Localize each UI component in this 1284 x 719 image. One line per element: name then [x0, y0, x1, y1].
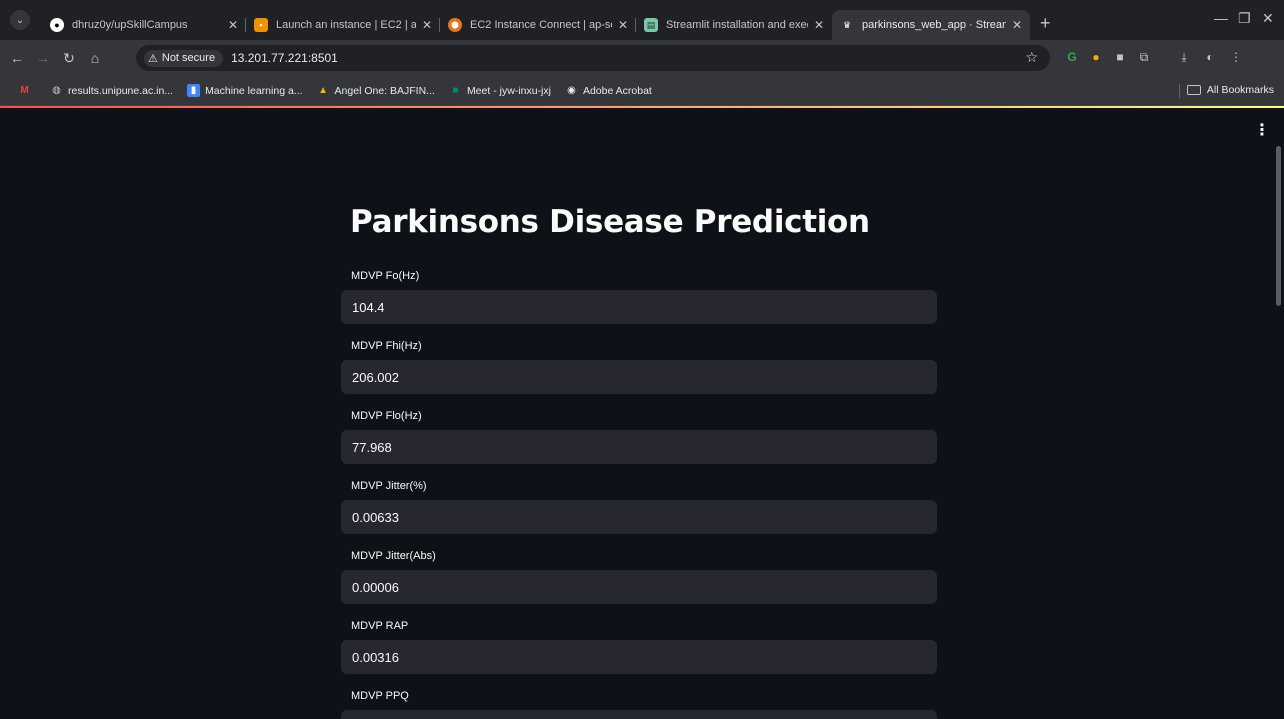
- security-chip[interactable]: ⚠ Not secure: [144, 49, 224, 67]
- folder-icon: [1186, 85, 1201, 95]
- close-icon[interactable]: ✕: [814, 18, 824, 32]
- meet-icon: ■: [452, 85, 459, 96]
- extension-square-icon[interactable]: ■: [1112, 49, 1128, 65]
- input-mdvp-fo: MDVP Fo(Hz): [341, 270, 937, 324]
- page-scrollbar[interactable]: [1276, 146, 1281, 306]
- number-input[interactable]: [341, 360, 937, 394]
- new-tab-plus-icon[interactable]: +: [1040, 13, 1051, 34]
- minimize-icon[interactable]: —: [1214, 10, 1228, 26]
- close-icon[interactable]: ✕: [422, 18, 432, 32]
- browser-menu-icon[interactable]: ⋮: [1228, 49, 1244, 65]
- number-input[interactable]: [341, 430, 937, 464]
- close-window-icon[interactable]: ✕: [1262, 10, 1274, 27]
- browser-tab-strip: ⌄ ● dhruz0y/upSkillCampus ✕ ▪ Launch an …: [0, 0, 1284, 40]
- gmail-icon: M: [20, 85, 29, 96]
- bookmark-adobe-acrobat[interactable]: ◉ Adobe Acrobat: [565, 84, 652, 97]
- forward-icon[interactable]: →: [30, 50, 56, 66]
- app-menu-icon[interactable]: ⋮: [1254, 120, 1270, 140]
- tab-title: EC2 Instance Connect | ap-sout: [470, 19, 612, 31]
- tab-parkinsons-app[interactable]: ♛ parkinsons_web_app · Streamlit ✕: [832, 10, 1030, 40]
- tab-ec2-launch[interactable]: ▪ Launch an instance | EC2 | ap-so ✕: [246, 10, 440, 40]
- bookmark-results-unipune[interactable]: ◍ results.unipune.ac.in...: [50, 84, 173, 97]
- input-mdvp-rap: MDVP RAP: [341, 620, 937, 674]
- input-mdvp-jitter-percent: MDVP Jitter(%): [341, 480, 937, 534]
- field-label: MDVP PPQ: [351, 690, 409, 702]
- tab-github[interactable]: ● dhruz0y/upSkillCampus ✕: [42, 10, 246, 40]
- extension-icon[interactable]: ●: [1088, 49, 1104, 65]
- all-bookmarks-button[interactable]: All Bookmarks: [1186, 84, 1274, 96]
- grammarly-icon[interactable]: G: [1064, 49, 1080, 65]
- number-input[interactable]: [341, 640, 937, 674]
- bookmark-gmail[interactable]: M: [18, 84, 36, 97]
- input-mdvp-ppq: MDVP PPQ: [341, 690, 937, 719]
- close-icon[interactable]: ✕: [1012, 18, 1022, 32]
- number-input[interactable]: [341, 500, 937, 534]
- tab-title: parkinsons_web_app · Streamlit: [862, 19, 1006, 31]
- url-text[interactable]: 13.201.77.221:8501: [231, 51, 338, 65]
- doc-icon: ▮: [187, 84, 201, 97]
- number-input[interactable]: [341, 710, 937, 719]
- profile-avatar-icon[interactable]: ◐: [1202, 49, 1218, 65]
- download-icon[interactable]: ⤓: [1176, 49, 1192, 65]
- tab-streamlit-install[interactable]: ▤ Streamlit installation and execu ✕: [636, 10, 832, 40]
- globe-icon: ◍: [52, 85, 61, 96]
- security-label: Not secure: [161, 52, 216, 64]
- streamlit-app: ⋮ Parkinsons Disease Prediction MDVP Fo(…: [0, 108, 1284, 719]
- tab-title: Launch an instance | EC2 | ap-so: [276, 19, 416, 31]
- number-input[interactable]: [341, 570, 937, 604]
- input-mdvp-flo: MDVP Flo(Hz): [341, 410, 937, 464]
- aws-hex-icon: ⬢: [448, 18, 462, 32]
- number-input[interactable]: [341, 290, 937, 324]
- close-icon[interactable]: ✕: [228, 18, 238, 32]
- field-label: MDVP Fo(Hz): [351, 270, 420, 282]
- input-mdvp-jitter-abs: MDVP Jitter(Abs): [341, 550, 937, 604]
- tab-ec2-connect[interactable]: ⬢ EC2 Instance Connect | ap-sout ✕: [440, 10, 636, 40]
- field-label: MDVP RAP: [351, 620, 409, 632]
- bookmark-machine-learning[interactable]: ▮ Machine learning a...: [187, 84, 303, 97]
- bookmark-meet[interactable]: ■ Meet - jyw-inxu-jxj: [449, 84, 551, 97]
- field-label: MDVP Fhi(Hz): [351, 340, 422, 352]
- tab-title: Streamlit installation and execu: [666, 19, 808, 31]
- bookmark-star-icon[interactable]: ☆: [1025, 49, 1038, 66]
- page-title: Parkinsons Disease Prediction: [350, 204, 870, 240]
- address-bar[interactable]: ⚠ Not secure 13.201.77.221:8501 ☆: [136, 45, 1050, 71]
- streamlit-icon: ▤: [644, 18, 658, 32]
- close-icon[interactable]: ✕: [618, 18, 628, 32]
- bookmarks-bar: M ◍ results.unipune.ac.in... ▮ Machine l…: [0, 76, 1284, 106]
- acrobat-icon: ◉: [567, 85, 576, 96]
- field-label: MDVP Jitter(Abs): [351, 550, 436, 562]
- github-icon: ●: [50, 18, 64, 32]
- angel-icon: ▲: [318, 85, 328, 96]
- restore-icon[interactable]: ❐: [1238, 10, 1251, 27]
- bookmarks-divider: [1179, 84, 1180, 98]
- warning-icon: ⚠: [148, 52, 158, 65]
- bookmark-angel-one[interactable]: ▲ Angel One: BAJFIN...: [317, 84, 435, 97]
- tab-search-chevron-icon[interactable]: ⌄: [10, 10, 30, 30]
- reload-icon[interactable]: ↻: [56, 50, 82, 67]
- field-label: MDVP Flo(Hz): [351, 410, 422, 422]
- back-icon[interactable]: ←: [4, 50, 30, 66]
- streamlit-crown-icon: ♛: [842, 19, 852, 30]
- home-icon[interactable]: ⌂: [82, 50, 108, 66]
- input-mdvp-fhi: MDVP Fhi(Hz): [341, 340, 937, 394]
- field-label: MDVP Jitter(%): [351, 480, 427, 492]
- aws-icon: ▪: [254, 18, 268, 32]
- extensions-puzzle-icon[interactable]: ⧉: [1136, 49, 1152, 65]
- tab-title: dhruz0y/upSkillCampus: [72, 19, 188, 31]
